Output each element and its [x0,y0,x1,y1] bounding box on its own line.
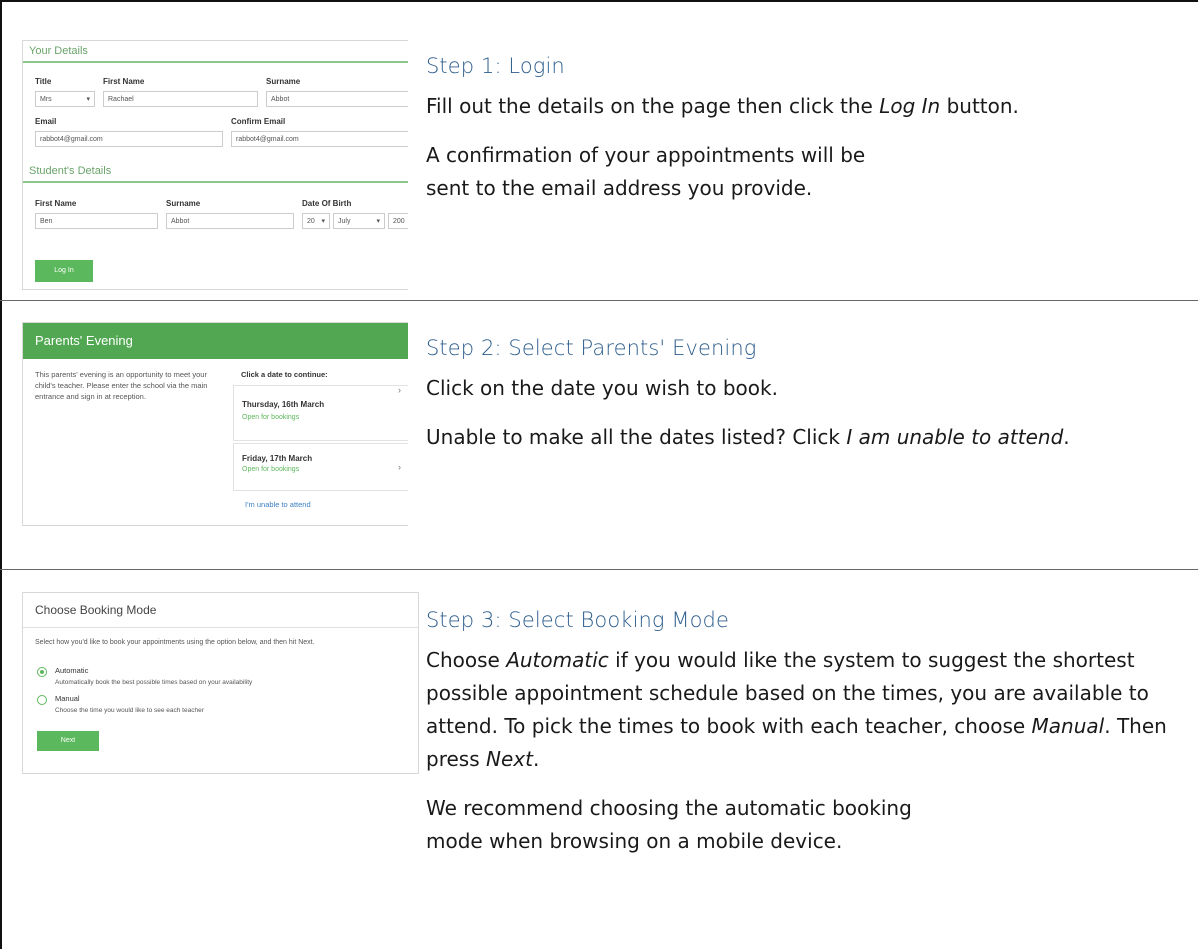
chevron-right-icon: › [398,462,401,472]
first-name-label: First Name [103,77,145,86]
title-label: Title [35,77,52,86]
chevron-right-icon: › [398,385,401,395]
automatic-description: Automatically book the best possible tim… [55,679,253,686]
students-details-heading: Student's Details [23,161,408,183]
step-1-p1-emphasis: Log In [879,94,941,118]
title-select[interactable]: Mrs ▾ [35,91,95,107]
your-details-heading: Your Details [23,41,408,63]
step-2-paragraph-1: Click on the date you wish to book. [426,376,778,400]
dob-year-select[interactable]: 200 [388,213,408,229]
row-divider-2 [0,569,1198,570]
date-label: Friday, 17th March [242,454,313,463]
step-2-title: Step 2: Select Parents' Evening [426,336,757,360]
step-3-p1-g: . [532,747,540,771]
step-3-p1-next: Next [485,747,533,771]
step-2-p2-tail: . [1063,425,1070,449]
click-date-prompt: Click a date to continue: [241,370,328,379]
manual-label: Manual [55,694,80,703]
student-first-name-input[interactable]: Ben [35,213,158,229]
surname-label: Surname [266,77,301,86]
date-label: Thursday, 16th March [242,400,325,409]
email-input[interactable]: rabbot4@gmail.com [35,131,223,147]
student-surname-input[interactable]: Abbot [166,213,294,229]
unable-to-attend-link[interactable]: I'm unable to attend [245,499,311,510]
step-3-paragraph-2: We recommend choosing the automatic book… [426,796,912,853]
manual-description: Choose the time you would like to see ea… [55,707,204,714]
step-1-p1-tail: button. [940,94,1019,118]
booking-mode-header: Choose Booking Mode [23,593,418,628]
step-3-p1-a: Choose [426,648,507,672]
step-1-paragraph-1: Fill out the details on the page then cl… [426,90,1186,123]
login-screenshot: Your Details Title Mrs ▾ First Name Racha… [22,40,408,290]
step-1-p1-text: Fill out the details on the page then cl… [426,94,880,118]
first-name-input[interactable]: Rachael [103,91,258,107]
parents-evening-screenshot: Parents' Evening This parents' evening i… [22,322,408,526]
document-frame: Your Details Title Mrs ▾ First Name Racha… [0,0,1198,949]
manual-radio[interactable] [37,695,47,705]
step-2-paragraph-2: Unable to make all the dates listed? Cli… [426,421,1186,454]
chevron-down-icon: ▾ [376,218,380,225]
step-3-p1-automatic: Automatic [506,648,609,672]
chevron-down-icon: ▾ [321,218,325,225]
dob-month-value: July [338,218,351,225]
row-divider-1 [0,300,1198,301]
left-border [0,0,2,949]
confirm-email-label: Confirm Email [231,117,286,126]
dob-month-select[interactable]: July ▾ [333,213,385,229]
chevron-down-icon: ▾ [86,96,90,103]
step-3-p1-manual: Manual [1031,714,1105,738]
date-status: Open for bookings [242,466,300,473]
title-value: Mrs [40,96,52,103]
step-3-text: Step 3: Select Booking Mode Choose Autom… [426,608,1186,874]
dob-day-value: 20 [307,218,315,225]
date-status: Open for bookings [242,414,300,421]
automatic-radio[interactable] [37,667,47,677]
email-label: Email [35,117,57,126]
automatic-label: Automatic [55,666,89,675]
dob-label: Date Of Birth [302,199,352,208]
step-1-title: Step 1: Login [426,54,565,78]
date-card-friday[interactable]: Friday, 17th March Open for bookings [233,443,408,491]
next-button[interactable]: Next [37,731,99,751]
step-1-text: Step 1: Login Fill out the details on th… [426,54,1186,221]
confirm-email-input[interactable]: rabbot4@gmail.com [231,131,408,147]
parents-evening-header: Parents' Evening [23,323,408,359]
booking-mode-screenshot: Choose Booking Mode Select how you'd lik… [22,592,419,774]
login-button[interactable]: Log In [35,260,93,282]
dob-day-select[interactable]: 20 ▾ [302,213,330,229]
top-border [0,0,1198,2]
step-1-paragraph-2: A confirmation of your appointments will… [426,143,866,200]
surname-input[interactable]: Abbot [266,91,408,107]
student-surname-label: Surname [166,199,201,208]
step-3-paragraph-1: Choose Automatic if you would like the s… [426,644,1196,776]
student-first-name-label: First Name [35,199,77,208]
step-2-p2-emphasis: I am unable to attend [846,425,1064,449]
step-2-text: Step 2: Select Parents' Evening Click on… [426,336,1186,470]
booking-instruction: Select how you'd like to book your appoi… [35,639,315,646]
step-2-p2-text: Unable to make all the dates listed? Cli… [426,425,847,449]
evening-description: This parents' evening is an opportunity … [35,370,208,401]
step-3-title: Step 3: Select Booking Mode [426,608,730,632]
date-card-thursday[interactable]: Thursday, 16th March Open for bookings [233,385,408,441]
